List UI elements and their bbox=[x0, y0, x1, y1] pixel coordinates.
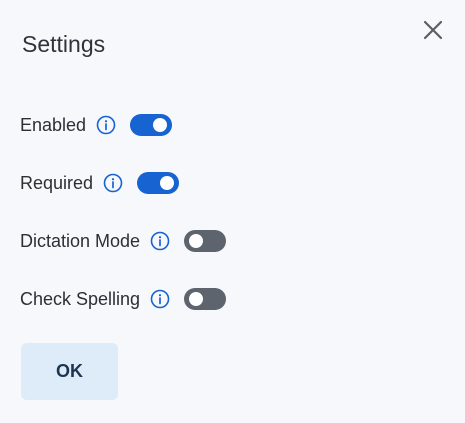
info-icon[interactable] bbox=[150, 289, 170, 309]
settings-dialog: Settings Enabled Required Dictation Mode… bbox=[0, 0, 465, 423]
dialog-title: Settings bbox=[22, 31, 106, 57]
settings-list: Enabled Required Dictation Mode Check Sp… bbox=[20, 106, 227, 338]
toggle-check-spelling[interactable] bbox=[184, 288, 227, 310]
toggle-enabled[interactable] bbox=[130, 114, 173, 136]
info-icon[interactable] bbox=[150, 231, 170, 251]
setting-label-enabled: Enabled bbox=[20, 114, 87, 135]
info-icon[interactable] bbox=[103, 173, 123, 193]
setting-row-check-spelling: Check Spelling bbox=[20, 280, 227, 318]
toggle-dictation-mode[interactable] bbox=[184, 230, 227, 252]
setting-label-dictation-mode: Dictation Mode bbox=[20, 230, 141, 251]
close-button[interactable] bbox=[420, 17, 446, 43]
info-icon[interactable] bbox=[96, 115, 116, 135]
toggle-knob bbox=[189, 234, 204, 248]
toggle-knob bbox=[189, 292, 204, 306]
setting-row-dictation-mode: Dictation Mode bbox=[20, 222, 227, 260]
setting-label-check-spelling: Check Spelling bbox=[20, 288, 141, 309]
toggle-knob bbox=[160, 176, 175, 190]
setting-row-enabled: Enabled bbox=[20, 106, 226, 144]
setting-label-required: Required bbox=[20, 172, 94, 193]
close-icon bbox=[423, 20, 443, 40]
setting-row-required: Required bbox=[20, 164, 226, 202]
ok-button[interactable]: OK bbox=[21, 343, 118, 400]
toggle-required[interactable] bbox=[137, 172, 180, 194]
toggle-knob bbox=[153, 118, 168, 132]
